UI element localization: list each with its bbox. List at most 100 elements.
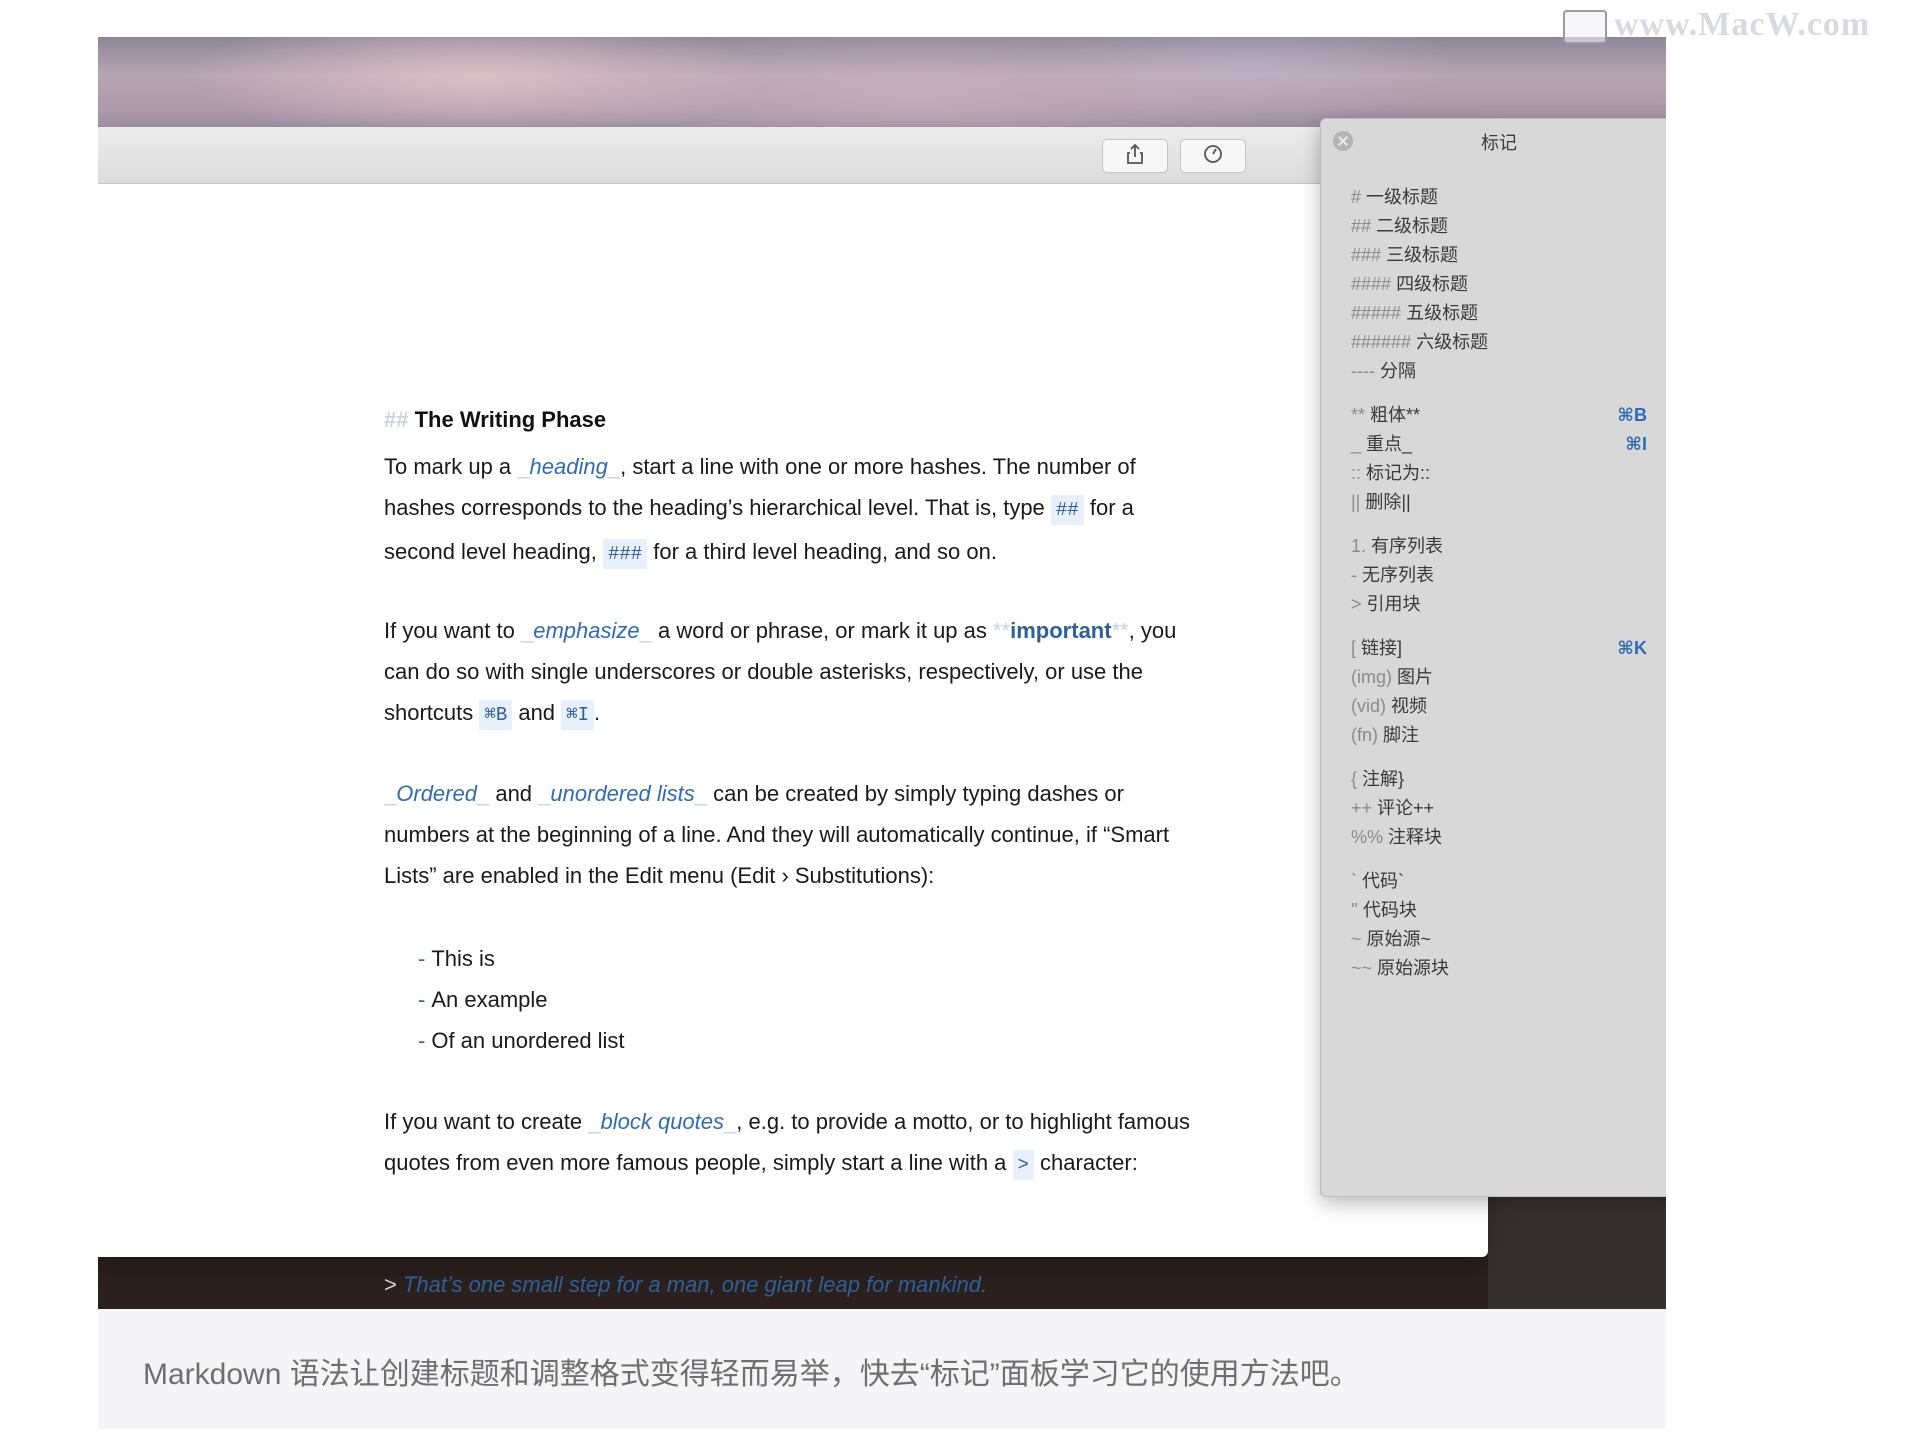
list-item-text: An example [431,987,548,1012]
panel-item[interactable]: :: 标记为:: [1351,457,1647,489]
panel-item[interactable]: || 删除|| [1351,486,1647,518]
quote-marker: > [384,1272,397,1297]
text: . [594,700,601,725]
md-marker: _ [607,454,621,479]
emphasis-link: block quotes [600,1109,725,1134]
paragraph-emphasis: If you want to _emphasize_ a word or phr… [384,610,1204,736]
md-marker: _ [639,618,652,643]
list-bullet: - [418,946,426,971]
block-quote: > That’s one small step for a man, one g… [384,1264,1204,1305]
stats-button[interactable] [1180,139,1246,173]
panel-item[interactable]: ~ 原始源~ [1351,923,1647,955]
panel-item-label: 代码` [1362,871,1405,891]
desktop-screenshot: ## The Writing Phase To mark up a _headi… [98,37,1666,1309]
panel-item-label: 三级标题 [1386,245,1459,265]
panel-item-label: 标记为:: [1366,463,1431,483]
paragraph-quotes: If you want to create _block quotes_, e.… [384,1101,1204,1186]
emphasis-link: Ordered [396,781,477,806]
panel-item[interactable]: 1. 有序列表 [1351,530,1647,562]
watermark-logo-icon [1563,10,1607,44]
document-editor[interactable]: ## The Writing Phase To mark up a _headi… [98,183,1488,1297]
caption-bar: Markdown 语法让创建标题和调整格式变得轻而易举，快去“标记”面板学习它的… [98,1309,1666,1429]
panel-item[interactable]: [ 链接] ⌘K [1351,632,1647,664]
panel-item[interactable]: ## 二级标题 [1351,210,1647,242]
paragraph-lists: _Ordered_ and _unordered lists_ can be c… [384,773,1204,896]
panel-item[interactable]: # 一级标题 [1351,181,1647,213]
panel-item[interactable]: '' 代码块 [1351,894,1647,926]
panel-item[interactable]: (fn) 脚注 [1351,719,1647,751]
editor-window: ## The Writing Phase To mark up a _headi… [98,127,1488,1297]
panel-item[interactable]: ~~ 原始源块 [1351,952,1647,984]
list-item: - An example [418,979,1238,1020]
text: If you want to [384,618,521,643]
panel-item[interactable]: ### 三级标题 [1351,239,1647,271]
panel-item-label: 二级标题 [1376,216,1449,236]
panel-item-label: 原始源块 [1377,958,1450,978]
panel-item[interactable]: (img) 图片 [1351,661,1647,693]
inline-code: > [1012,1150,1034,1180]
text: and [489,781,539,806]
panel-item[interactable]: ##### 五级标题 [1351,297,1647,329]
window-toolbar [98,127,1488,184]
panel-item-label: 链接] [1361,638,1403,658]
emphasis-link: heading [529,454,608,479]
panel-item[interactable]: #### 四级标题 [1351,268,1647,300]
panel-item-label: 图片 [1397,667,1434,687]
panel-item-label: 重点_ [1366,434,1413,454]
panel-item[interactable]: _ 重点_ ⌘I [1351,428,1647,460]
panel-item[interactable]: %% 注释块 [1351,821,1647,853]
panel-item-label: 脚注 [1383,725,1420,745]
panel-item[interactable]: > 引用块 [1351,588,1647,620]
panel-item-marker: { [1351,769,1358,789]
panel-item-label: 粗体** [1370,405,1421,425]
panel-item-marker: :: [1351,463,1362,483]
quote-text: That’s one small step for a man, one gia… [402,1272,988,1297]
emphasis-link: unordered lists [550,781,695,806]
panel-item-label: 视频 [1391,696,1428,716]
stats-icon [1202,143,1224,170]
panel-item-label: 注解} [1362,769,1405,789]
heading-marker: ## [384,407,409,432]
share-button[interactable] [1102,139,1168,173]
panel-item-marker: ** [1351,405,1366,425]
md-marker: _ [724,1109,737,1134]
text: If you want to create [384,1109,589,1134]
panel-item-marker: ##### [1351,303,1402,323]
panel-item[interactable]: ` 代码` [1351,865,1647,897]
panel-item-marker: [ [1351,638,1357,658]
panel-item[interactable]: ---- 分隔 [1351,355,1647,387]
panel-item-label: 引用块 [1366,594,1421,614]
panel-item-label: 分隔 [1380,361,1416,381]
panel-item-marker: ## [1351,216,1372,236]
text: and [512,700,562,725]
list-bullet: - [418,1028,426,1053]
panel-item[interactable]: (vid) 视频 [1351,690,1647,722]
panel-item[interactable]: ** 粗体** ⌘B [1351,399,1647,431]
md-marker: _ [520,618,534,643]
panel-item[interactable]: { 注解} [1351,763,1647,795]
panel-item-marker: '' [1351,900,1358,920]
panel-item[interactable]: ###### 六级标题 [1351,326,1647,358]
panel-item-marker: (vid) [1351,696,1386,716]
inline-code: ⌘I [561,700,594,730]
panel-item-marker: > [1351,594,1362,614]
list-item: - Of an unordered list [418,1020,1238,1061]
panel-item-marker: %% [1351,827,1384,847]
md-marker: _ [588,1109,601,1134]
md-marker: _ [694,781,707,806]
panel-item-marker: ~~ [1351,958,1373,978]
list-item-text: Of an unordered list [431,1028,625,1053]
panel-item-marker: _ [1351,434,1362,454]
panel-item-marker: || [1351,492,1361,512]
markup-panel: 标记 # 一级标题 ## 二级标题 ### 三级标题 #### 四级标题 ##### 五… [1320,118,1666,1197]
emphasis-link: emphasize [533,618,640,643]
share-icon [1125,143,1145,170]
panel-item-marker: ` [1351,871,1357,891]
panel-item-label: 评论++ [1377,798,1435,818]
panel-item[interactable]: - 无序列表 [1351,559,1647,591]
inline-code: ### [602,539,648,569]
panel-item[interactable]: ++ 评论++ [1351,792,1647,824]
inline-code: ⌘B [479,700,513,730]
panel-item-marker: (fn) [1351,725,1378,745]
md-marker: ** [1111,618,1129,643]
